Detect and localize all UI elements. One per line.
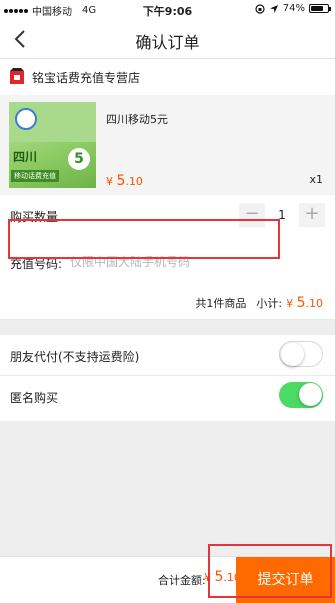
plus-button[interactable]: + — [299, 203, 325, 227]
friend-pay-label: 朋友代付(不支持运费险) — [10, 350, 140, 364]
total-label: 合计金额: — [158, 574, 206, 587]
toggle-knob — [299, 383, 322, 406]
submit-order-button[interactable]: 提交订单 — [236, 557, 335, 603]
shop-header[interactable]: 铭宝话费充值专营店 — [0, 59, 335, 95]
status-right: 74% — [255, 3, 331, 14]
quantity-row: 购买数量 − 1 + — [0, 195, 335, 237]
anonymous-row: 匿名购买 — [0, 376, 335, 421]
product-image-badge: 5 — [68, 148, 90, 170]
product-image-province: 四川 — [13, 150, 38, 164]
subtotal-row: 共1件商品 小计: ¥ 5.10 — [0, 289, 335, 320]
anonymous-toggle[interactable] — [279, 382, 323, 408]
items-count: 共1件商品 — [195, 297, 247, 310]
status-bar: 中国移动 4G 下午9:06 74% — [0, 0, 335, 20]
shop-name: 铭宝话费充值专营店 — [32, 71, 141, 85]
page-title: 确认订单 — [135, 33, 200, 52]
product-quantity: x1 — [309, 173, 323, 186]
subtotal: 共1件商品 小计: ¥ 5.10 — [195, 295, 323, 311]
product-title: 四川移动5元 — [106, 113, 168, 126]
product-price: ¥ 5.10 — [106, 173, 143, 189]
bottom-bar: 合计金额: ¥ 5.10 提交订单 — [0, 556, 335, 603]
friend-pay-toggle[interactable] — [279, 341, 323, 367]
toggle-knob — [281, 343, 304, 366]
quantity-stepper: − 1 + — [239, 203, 325, 227]
battery-percent: 74% — [282, 3, 305, 14]
friend-pay-row: 朋友代付(不支持运费险) — [0, 335, 335, 376]
quantity-label: 购买数量 — [10, 210, 59, 224]
phone-number-input[interactable] — [70, 253, 270, 271]
recharge-label: 充值号码: — [10, 257, 63, 271]
nav-bar: 确认订单 — [0, 20, 335, 59]
product-image: 四川 移动话费充值 5 — [9, 102, 96, 188]
subtotal-price: ¥ 5.10 — [286, 295, 323, 311]
lock-rotation-icon — [255, 3, 265, 14]
product-image-subtitle: 移动话费充值 — [11, 170, 59, 182]
location-icon — [269, 4, 278, 13]
minus-button[interactable]: − — [239, 203, 265, 227]
subtotal-label: 小计: — [256, 297, 283, 310]
shop-icon — [10, 68, 24, 84]
battery-fill — [311, 6, 323, 11]
quantity-value[interactable]: 1 — [265, 208, 299, 222]
anonymous-label: 匿名购买 — [10, 391, 59, 405]
product-item[interactable]: 四川 移动话费充值 5 四川移动5元 ¥ 5.10 x1 — [0, 95, 335, 195]
mobile-logo-icon — [15, 108, 37, 130]
recharge-row: 充值号码: — [0, 237, 335, 289]
battery-icon — [309, 4, 331, 13]
